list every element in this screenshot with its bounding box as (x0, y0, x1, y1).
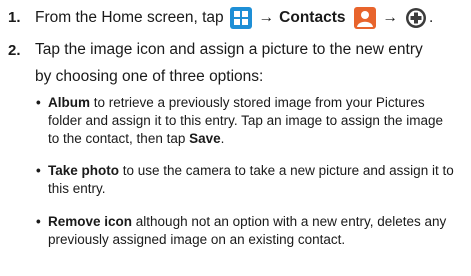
step-text: by choosing one of three options: (35, 68, 264, 85)
option-line: folder and assign it to this entry. Tap … (48, 113, 443, 128)
option-take-photo: • Take photo to use the camera to take a… (36, 162, 465, 198)
step-text: Tap the image icon and assign a picture … (35, 41, 423, 58)
step-text: From the Home screen, tap (35, 9, 224, 26)
bullet-dot: • (36, 95, 41, 110)
period: . (429, 9, 434, 26)
option-line: to the contact, then tap Save. (48, 130, 465, 148)
option-term: Remove icon (48, 214, 133, 229)
arrow: → (382, 9, 399, 26)
option-desc: to the contact, then tap (48, 131, 190, 146)
save-term: Save (189, 131, 221, 146)
option-album: • Album to retrieve a previously stored … (36, 94, 465, 148)
option-remove-icon: • Remove icon although not an option wit… (36, 213, 465, 249)
option-line: Take photo to use the camera to take a n… (48, 162, 465, 180)
step-1-line: From the Home screen, tap → Contacts → . (35, 7, 467, 29)
period: . (220, 131, 225, 146)
instruction-page: 1. From the Home screen, tap → Contacts (0, 0, 471, 276)
contacts-app-icon (353, 7, 376, 29)
option-term: Take photo (48, 163, 120, 178)
contacts-label: Contacts (279, 9, 346, 26)
bullet-dot: • (36, 163, 41, 178)
option-line: this entry. (48, 181, 106, 196)
step-number: 2. (8, 42, 21, 59)
add-plus-icon (405, 7, 427, 29)
step-number: 1. (8, 9, 21, 26)
option-line: Album to retrieve a previously stored im… (48, 94, 465, 112)
option-desc: although not an option with a new entry,… (132, 214, 447, 229)
bullet-dot: • (36, 214, 41, 229)
option-line: previously assigned image on an existing… (48, 232, 346, 247)
option-line: Remove icon although not an option with … (48, 213, 465, 231)
apps-grid-icon (229, 7, 252, 29)
option-desc: to retrieve a previously stored image fr… (90, 95, 425, 110)
option-desc: to use the camera to take a new picture … (119, 163, 454, 178)
option-term: Album (48, 95, 90, 110)
arrow: → (258, 9, 275, 26)
